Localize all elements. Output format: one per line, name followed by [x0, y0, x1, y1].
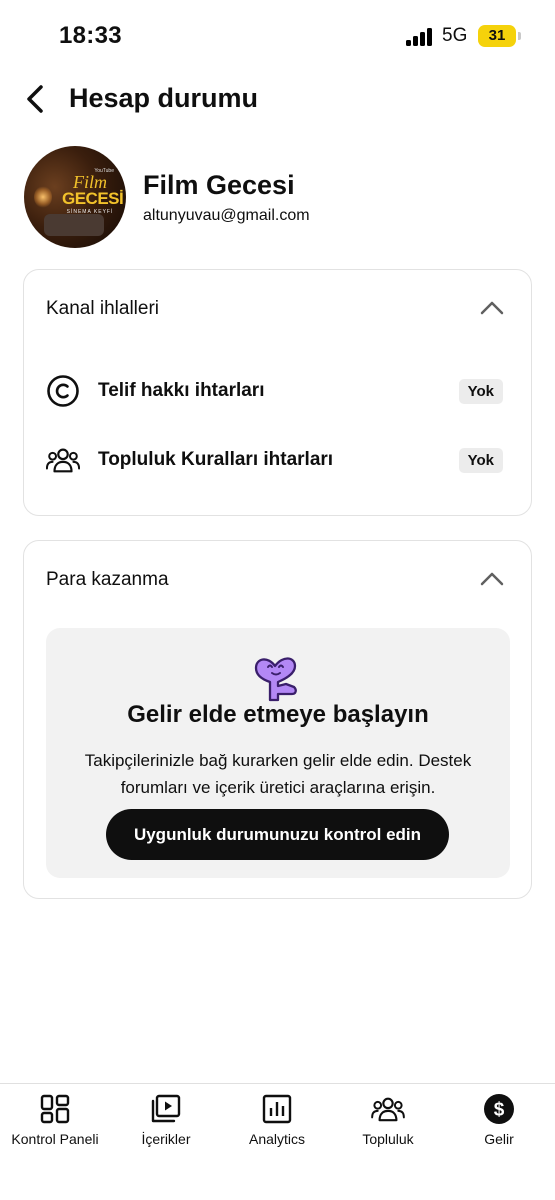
nav-item-analytics[interactable]: Analytics [222, 1092, 332, 1147]
dashboard-icon [38, 1092, 72, 1126]
nav-item-content[interactable]: İçerikler [111, 1092, 221, 1147]
community-strikes-label: Topluluk Kuralları ihtarları [98, 449, 334, 470]
violations-title: Kanal ihlalleri [46, 298, 160, 319]
monetization-promo: Gelir elde etmeye başlayın Takipçilerini… [46, 628, 510, 878]
nav-item-community[interactable]: Topluluk [333, 1092, 443, 1147]
header: Hesap durumu [0, 72, 555, 128]
check-eligibility-button[interactable]: Uygunluk durumunuzu kontrol edin [106, 809, 449, 860]
copyright-icon [46, 374, 80, 408]
copyright-strikes-label: Telif hakkı ihtarları [98, 380, 265, 401]
violations-card: Kanal ihlalleri Telif hakkı ihtarları Yo… [23, 269, 532, 516]
nav-label: İçerikler [141, 1131, 191, 1147]
nav-label: Kontrol Paneli [11, 1131, 99, 1147]
nav-label: Gelir [484, 1131, 514, 1147]
signal-icon [406, 28, 436, 46]
promo-title: Gelir elde etmeye başlayın [127, 701, 429, 728]
nav-label: Analytics [248, 1131, 306, 1147]
nav-item-earn[interactable]: $ Gelir [444, 1092, 554, 1147]
monetization-title: Para kazanma [46, 569, 169, 590]
collapse-monetization-button[interactable] [479, 569, 505, 589]
status-badge: Yok [458, 379, 503, 404]
network-type: 5G [442, 25, 468, 46]
promo-description: Takipçilerinizle bağ kurarken gelir elde… [84, 751, 472, 797]
analytics-icon [260, 1092, 294, 1126]
avatar-logo: YouTube Film GECESİ SİNEMA KEYFİ [62, 168, 124, 215]
collapse-violations-button[interactable] [479, 298, 505, 318]
back-button[interactable] [18, 80, 52, 118]
page-title: Hesap durumu [69, 83, 259, 113]
chevron-left-icon [27, 85, 43, 113]
battery-icon: 31 [478, 25, 516, 47]
nav-label: Topluluk [362, 1131, 414, 1147]
copyright-strikes-row[interactable]: Telif hakkı ihtarları Yok [46, 368, 511, 414]
channel-name: Film Gecesi [143, 170, 295, 200]
nav-item-dashboard[interactable]: Kontrol Paneli [0, 1092, 110, 1147]
status-bar: 18:33 5G 31 [0, 0, 555, 72]
status-badge: Yok [458, 448, 503, 473]
svg-text:$: $ [494, 1100, 505, 1121]
bottom-nav: Kontrol Paneli İçerikler Analytics Toplu… [0, 1083, 555, 1200]
heart-plant-icon [254, 657, 297, 702]
community-strikes-row[interactable]: Topluluk Kuralları ihtarları Yok [46, 437, 511, 483]
monetization-card: Para kazanma Gelir elde etmeye başlayın … [23, 540, 532, 899]
chevron-up-icon [480, 572, 504, 586]
earn-icon: $ [482, 1092, 516, 1126]
chevron-up-icon [480, 301, 504, 315]
sofa-shape [44, 214, 104, 236]
channel-email: altunyuvau@gmail.com [143, 207, 310, 224]
battery-tip [518, 32, 521, 40]
status-time: 18:33 [59, 22, 122, 49]
content-icon [149, 1092, 183, 1126]
community-icon [46, 443, 80, 477]
avatar: YouTube Film GECESİ SİNEMA KEYFİ [24, 146, 126, 248]
lamp-glow [34, 186, 52, 208]
community-icon [371, 1092, 405, 1126]
